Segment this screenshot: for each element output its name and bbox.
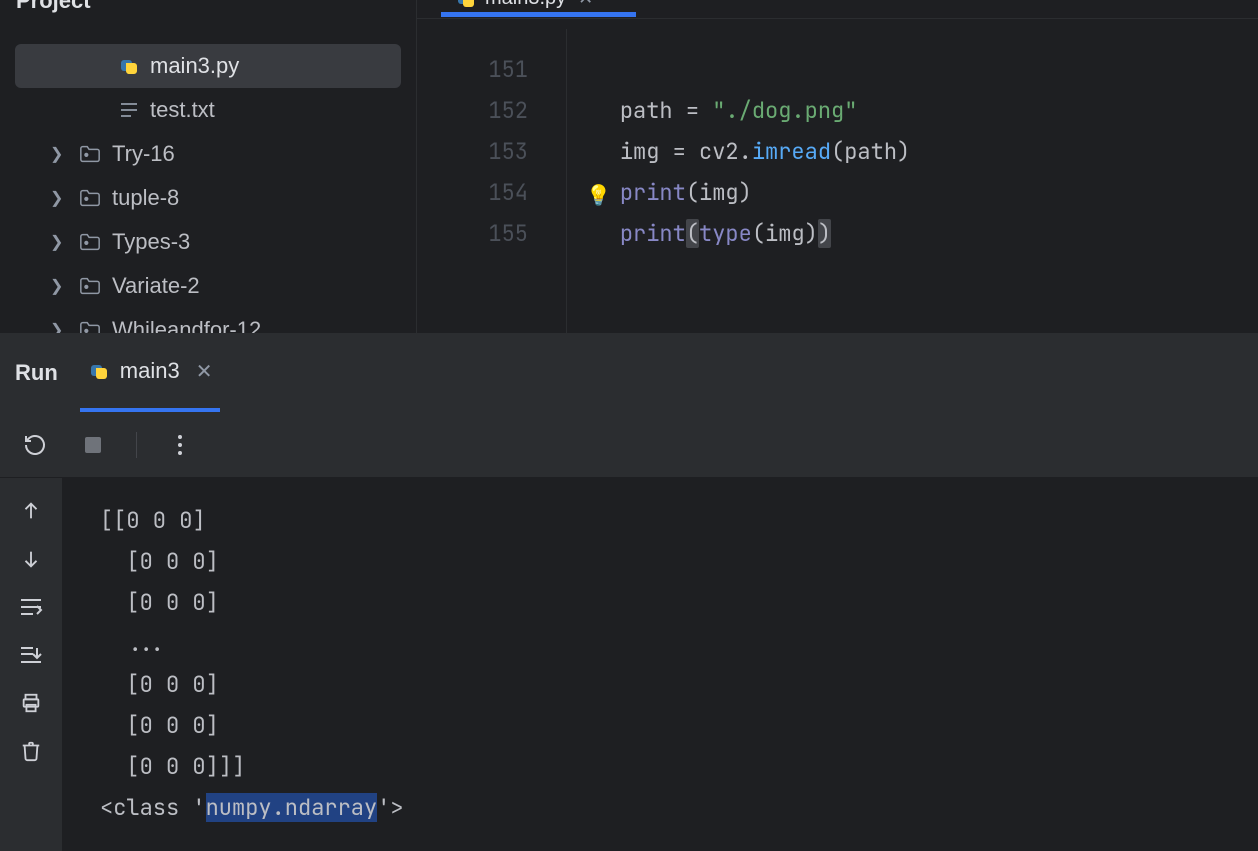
file-main3-py[interactable]: main3.py <box>15 44 401 88</box>
file-label: test.txt <box>150 97 215 123</box>
folder-whileandfor-12[interactable]: ❯ Whileandfor-12 <box>0 308 416 333</box>
scroll-up-button[interactable] <box>16 496 46 526</box>
code-line[interactable]: img = cv2.imread(path) <box>567 131 1258 172</box>
toolbar-divider <box>136 432 137 458</box>
folder-types-3[interactable]: ❯ Types-3 <box>0 220 416 264</box>
run-side-toolbar <box>0 478 62 851</box>
chevron-right-icon: ❯ <box>50 276 68 296</box>
run-toolbar <box>0 412 1258 478</box>
folder-label: Variate-2 <box>112 273 200 299</box>
run-tab-main3[interactable]: main3 ✕ <box>80 334 221 412</box>
console-line: ... <box>100 623 1258 664</box>
selected-text: numpy.ndarray <box>206 793 378 822</box>
console-line: [0 0 0] <box>100 664 1258 705</box>
code-line[interactable] <box>567 49 1258 90</box>
editor-tab-label: main3.py <box>485 0 566 10</box>
chevron-right-icon: ❯ <box>50 320 68 333</box>
line-number: 152 <box>417 90 528 131</box>
code-editor[interactable]: 151152153154155 path = "./dog.png" img =… <box>417 29 1258 333</box>
file-test-txt[interactable]: test.txt <box>0 88 416 132</box>
run-tab-label: main3 <box>120 358 180 384</box>
scroll-to-end-button[interactable] <box>16 640 46 670</box>
line-number: 151 <box>417 49 528 90</box>
code-line[interactable]: 💡 print(img) <box>567 172 1258 213</box>
project-panel: Project main3.pytest.txt❯Try-16❯tuple-8❯… <box>0 0 417 333</box>
console-line: [0 0 0]]] <box>100 746 1258 787</box>
file-tree: main3.pytest.txt❯Try-16❯tuple-8❯Types-3❯… <box>0 32 416 333</box>
console-line: [[0 0 0] <box>100 500 1258 541</box>
code-line[interactable]: path = "./dog.png" <box>567 90 1258 131</box>
line-number-gutter: 151152153154155 <box>417 29 567 333</box>
folder-try-16[interactable]: ❯ Try-16 <box>0 132 416 176</box>
console-line: [0 0 0] <box>100 705 1258 746</box>
chevron-right-icon: ❯ <box>50 188 68 208</box>
more-actions-button[interactable] <box>165 430 195 460</box>
close-icon[interactable]: ✕ <box>578 0 593 9</box>
print-button[interactable] <box>16 688 46 718</box>
editor-tab-bar: main3.py ✕ <box>417 0 1258 19</box>
run-label: Run <box>15 360 58 386</box>
folder-tuple-8[interactable]: ❯ tuple-8 <box>0 176 416 220</box>
folder-label: Whileandfor-12 <box>112 317 261 333</box>
chevron-right-icon: ❯ <box>50 232 68 252</box>
console-output[interactable]: [[0 0 0] [0 0 0] [0 0 0] ... [0 0 0] [0 … <box>62 478 1258 851</box>
scroll-down-button[interactable] <box>16 544 46 574</box>
stop-button[interactable] <box>78 430 108 460</box>
folder-icon <box>78 230 102 254</box>
console-line: [0 0 0] <box>100 582 1258 623</box>
clear-all-button[interactable] <box>16 736 46 766</box>
python-icon <box>88 360 110 382</box>
editor-tab-main3[interactable]: main3.py ✕ <box>441 0 607 16</box>
console-line: [0 0 0] <box>100 541 1258 582</box>
console-line: <class 'numpy.ndarray'> <box>100 787 1258 828</box>
folder-icon <box>78 274 102 298</box>
project-header: Project <box>0 0 416 20</box>
editor-area: main3.py ✕ 151152153154155 path = "./dog… <box>417 0 1258 333</box>
python-icon <box>118 55 140 77</box>
close-icon[interactable]: ✕ <box>196 359 213 384</box>
soft-wrap-button[interactable] <box>16 592 46 622</box>
folder-label: tuple-8 <box>112 185 179 211</box>
intention-bulb-icon[interactable]: 💡 <box>586 175 611 216</box>
chevron-right-icon: ❯ <box>50 144 68 164</box>
folder-icon <box>78 318 102 333</box>
run-tool-window: Run main3 ✕ <box>0 333 1258 851</box>
folder-icon <box>78 186 102 210</box>
line-number: 154 <box>417 172 528 213</box>
python-icon <box>455 0 477 10</box>
line-number: 155 <box>417 213 528 254</box>
run-header: Run main3 ✕ <box>0 334 1258 412</box>
text-file-icon <box>118 99 140 121</box>
folder-variate-2[interactable]: ❯ Variate-2 <box>0 264 416 308</box>
file-label: main3.py <box>150 53 239 79</box>
rerun-button[interactable] <box>20 430 50 460</box>
folder-label: Types-3 <box>112 229 190 255</box>
code-line[interactable]: print(type(img)) <box>567 213 1258 254</box>
code-content[interactable]: path = "./dog.png" img = cv2.imread(path… <box>567 29 1258 333</box>
folder-label: Try-16 <box>112 141 175 167</box>
line-number: 153 <box>417 131 528 172</box>
folder-icon <box>78 142 102 166</box>
